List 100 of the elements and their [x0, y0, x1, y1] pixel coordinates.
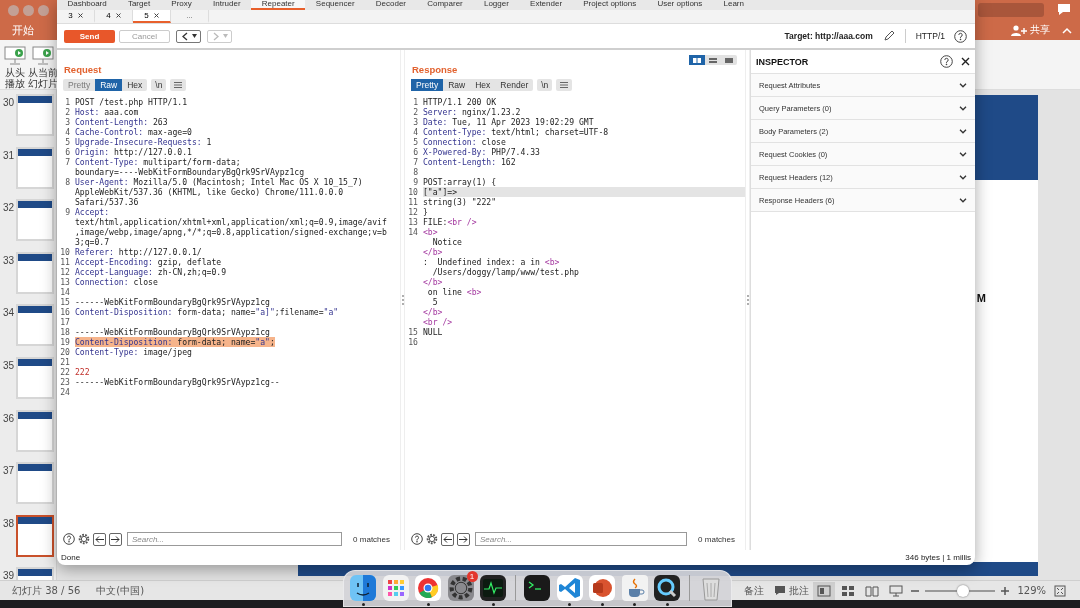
main-tab[interactable]: User options: [646, 0, 713, 10]
help-icon[interactable]: [63, 533, 75, 545]
notes-button[interactable]: 备注: [744, 583, 765, 598]
main-tab[interactable]: Target: [117, 0, 161, 10]
view-tab[interactable]: Hex: [122, 79, 148, 91]
code-line: Accept:: [75, 207, 110, 217]
caret-up-icon[interactable]: [1062, 26, 1072, 34]
arrow-left-icon: [443, 535, 452, 543]
view-tab[interactable]: Raw: [443, 79, 471, 91]
search-field[interactable]: Search...: [127, 532, 343, 546]
main-tab[interactable]: Comparer: [416, 0, 474, 10]
slide-number: 36: [1, 411, 14, 424]
code-line: Connection: close: [423, 137, 507, 147]
help-icon[interactable]: [940, 55, 953, 68]
dock-app[interactable]: [480, 575, 506, 606]
main-tab[interactable]: Learn: [712, 0, 755, 10]
main-tab[interactable]: Sequencer: [305, 0, 366, 10]
layout-button[interactable]: [689, 55, 705, 65]
dock-app[interactable]: [589, 575, 615, 606]
drag-handle-icon[interactable]: [401, 295, 404, 305]
main-tab[interactable]: Logger: [473, 0, 520, 10]
code-line: Content-Type: image/jpeg: [75, 347, 192, 357]
slide-number: 38: [1, 516, 14, 529]
comment-icon[interactable]: [1056, 3, 1072, 17]
code-line: Content-Length: 162: [423, 157, 517, 167]
ribbon-button[interactable]: 从当前幻灯片: [28, 45, 58, 89]
main-tab[interactable]: Intruder: [202, 0, 252, 10]
zoom-in-icon[interactable]: [1001, 586, 1010, 595]
comment-icon[interactable]: [774, 585, 787, 596]
code-line: boundary=----WebKitFormBoundaryBgQrk9SrVAypz1cg: [75, 167, 305, 177]
main-tab[interactable]: Proxy: [160, 0, 203, 10]
code-line: POST:array(1) {: [423, 177, 498, 187]
ribbon-button[interactable]: 从头播放: [3, 45, 27, 89]
search-field[interactable]: Search...: [475, 532, 688, 546]
line-number: 17: [59, 317, 71, 327]
slide-number: 31: [1, 148, 14, 161]
view-tab[interactable]: Pretty: [411, 79, 444, 91]
single-layout-icon: [725, 57, 733, 63]
chevron-down-icon: [959, 197, 967, 203]
code-editor-icon: [556, 575, 583, 601]
send-button[interactable]: Send: [64, 29, 115, 43]
code-line: Content-Disposition: form-data; name="a]";filename="a": [75, 307, 339, 317]
settings-icon[interactable]: [78, 533, 90, 545]
zoom-percent: 129%: [1017, 585, 1046, 596]
terminal-icon: [524, 575, 550, 601]
code-line: Origin: http://127.0.0.1: [75, 147, 192, 157]
slide-thumbnail[interactable]: [16, 514, 54, 557]
comments-button[interactable]: 批注: [789, 583, 810, 598]
newline-toggle[interactable]: \n: [151, 79, 167, 91]
gear-icon: [447, 575, 474, 601]
main-tab[interactable]: Project options: [572, 0, 647, 10]
dock-app[interactable]: [350, 575, 376, 606]
next-match-button[interactable]: [109, 532, 122, 546]
main-tab[interactable]: Extender: [519, 0, 573, 10]
pencil-icon[interactable]: [882, 30, 895, 42]
back-button[interactable]: [176, 29, 201, 43]
slide-text: M: [976, 292, 986, 304]
arrow-left-icon: [95, 535, 104, 543]
help-icon[interactable]: [954, 29, 967, 43]
close-icon[interactable]: [961, 57, 970, 66]
line-number: 6: [412, 147, 419, 157]
line-number: 2: [412, 107, 419, 117]
dock-app[interactable]: [654, 575, 680, 606]
menu-button[interactable]: [170, 79, 187, 91]
notification-badge: 1: [466, 571, 478, 582]
protocol-label[interactable]: HTTP/1: [915, 31, 945, 41]
line-number: 7: [64, 157, 71, 167]
main-tab[interactable]: Decoder: [365, 0, 417, 10]
share-button[interactable]: 共享: [1011, 23, 1050, 37]
slider-thumb[interactable]: [957, 584, 970, 597]
main-tab[interactable]: Dashboard: [57, 0, 118, 10]
previous-match-button[interactable]: [93, 532, 106, 546]
menu-icon: [560, 82, 569, 88]
settings-icon[interactable]: [426, 533, 438, 545]
menu-button[interactable]: [556, 79, 573, 91]
ribbon-tab[interactable]: 开始: [8, 22, 38, 38]
view-button[interactable]: [813, 581, 836, 600]
chevron-down-icon: [959, 174, 967, 180]
app-grid-icon: [382, 575, 409, 601]
screen-play-icon: [32, 45, 54, 65]
new-tab-button[interactable]: ...: [171, 10, 209, 23]
request-tab[interactable]: 3: [57, 10, 95, 23]
fit-window-icon[interactable]: [1054, 584, 1066, 597]
code-line: Date: Tue, 11 Apr 2023 19:02:29 GMT: [423, 117, 595, 127]
help-icon[interactable]: [411, 533, 423, 545]
view-tab[interactable]: Raw: [95, 79, 123, 91]
previous-match-button[interactable]: [441, 532, 454, 546]
code-line: Server: nginx/1.23.2: [423, 107, 522, 117]
view-tab[interactable]: Render: [495, 79, 534, 91]
next-match-button[interactable]: [457, 532, 470, 546]
chevron-down-icon: [959, 82, 967, 88]
newline-toggle[interactable]: \n: [537, 79, 553, 91]
code-line: Referer: http://127.0.0.1/: [75, 247, 202, 257]
line-number: 11: [407, 197, 419, 207]
drag-handle-icon[interactable]: [746, 295, 749, 305]
request-tab[interactable]: 5: [133, 10, 171, 23]
screen-view-icon: [889, 584, 904, 597]
view-tab[interactable]: Hex: [470, 79, 496, 91]
code-line: Accept-Language: zh-CN,zh;q=0.9: [75, 267, 227, 277]
search-field[interactable]: [978, 3, 1044, 17]
